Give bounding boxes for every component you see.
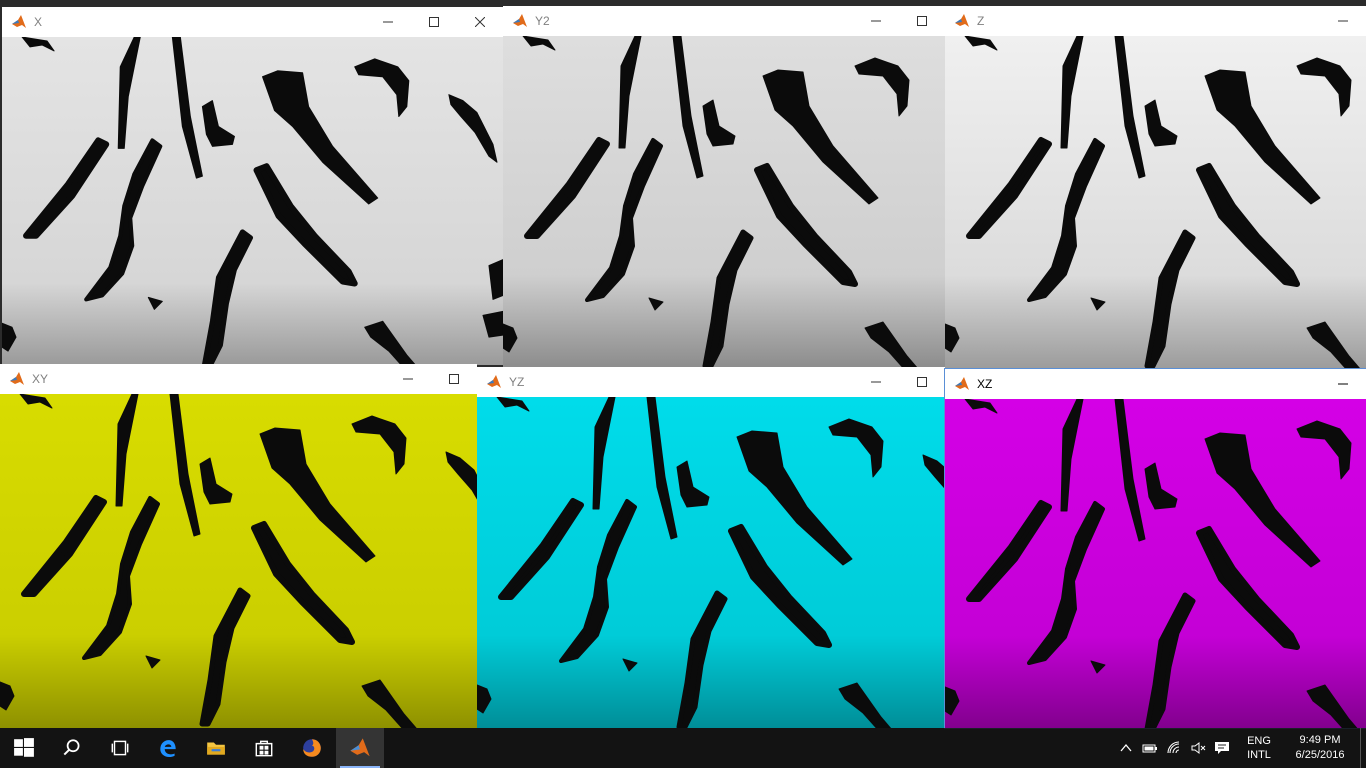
keyboard-layout: INTL: [1247, 749, 1271, 761]
minimize-button[interactable]: [1320, 369, 1366, 399]
volume-button[interactable]: [1186, 728, 1210, 768]
image-display: [2, 37, 503, 365]
window-xy-title: XY: [32, 372, 49, 386]
image-display: [0, 394, 477, 728]
start-icon: [14, 738, 34, 757]
maximize-button[interactable]: [899, 6, 945, 36]
start-button[interactable]: [0, 728, 48, 768]
minimize-button[interactable]: [365, 7, 411, 37]
image-display: [503, 36, 945, 368]
minimize-button[interactable]: [853, 367, 899, 397]
show-hidden-icons-button[interactable]: [1114, 728, 1138, 768]
taskbar: ENG INTL 9:49 PM 6/25/2016: [0, 728, 1366, 768]
search-icon: [63, 739, 80, 756]
firefox-icon: [303, 739, 321, 757]
window-x[interactable]: X: [2, 7, 503, 365]
matlab-icon: [487, 375, 501, 388]
maximize-icon: [917, 377, 927, 387]
store-button[interactable]: [240, 728, 288, 768]
maximize-button[interactable]: [411, 7, 457, 37]
maximize-button[interactable]: [431, 364, 477, 394]
matlab-icon: [350, 738, 370, 757]
edge-button[interactable]: [144, 728, 192, 768]
close-button[interactable]: [457, 7, 503, 37]
show-desktop-button[interactable]: [1360, 728, 1366, 768]
maximize-button[interactable]: [899, 367, 945, 397]
window-z-title: Z: [977, 14, 985, 28]
image-display: [945, 399, 1366, 728]
battery-button[interactable]: [1138, 728, 1162, 768]
system-tray: ENG INTL 9:49 PM 6/25/2016: [1114, 728, 1366, 768]
input-language-button[interactable]: ENG INTL: [1240, 734, 1278, 762]
action-center-button[interactable]: [1210, 728, 1234, 768]
window-x-title: X: [34, 15, 43, 29]
minimize-button[interactable]: [385, 364, 431, 394]
minimize-icon: [383, 21, 393, 23]
window-yz[interactable]: YZ: [477, 367, 945, 728]
notification-icon: [1215, 742, 1229, 754]
matlab-icon: [513, 14, 527, 27]
matlab-icon: [12, 15, 26, 28]
window-xz-title: XZ: [977, 377, 993, 391]
matlab-icon: [10, 372, 24, 385]
minimize-icon: [1338, 20, 1348, 22]
clock-button[interactable]: 9:49 PM 6/25/2016: [1284, 733, 1356, 763]
maximize-icon: [429, 17, 439, 27]
clock-date: 6/25/2016: [1295, 749, 1345, 761]
image-display: [945, 36, 1366, 368]
matlab-icon: [955, 377, 969, 390]
minimize-icon: [871, 20, 881, 22]
maximize-icon: [449, 374, 459, 384]
file-explorer-button[interactable]: [192, 728, 240, 768]
volume-muted-icon: [1191, 742, 1206, 754]
minimize-icon: [403, 378, 413, 380]
window-y2-title: Y2: [535, 14, 550, 28]
window-z-titlebar[interactable]: Z: [945, 6, 1366, 36]
chevron-up-icon: [1120, 743, 1132, 752]
task-view-button[interactable]: [96, 728, 144, 768]
clock-time: 9:49 PM: [1299, 734, 1341, 746]
search-button[interactable]: [48, 728, 96, 768]
store-icon: [255, 740, 273, 757]
task-view-icon: [111, 740, 129, 756]
maximize-icon: [917, 16, 927, 26]
window-z[interactable]: Z: [945, 6, 1366, 368]
window-xz[interactable]: XZ: [945, 369, 1366, 728]
window-y2[interactable]: Y2: [503, 6, 945, 368]
window-yz-title: YZ: [509, 375, 525, 389]
firefox-button[interactable]: [288, 728, 336, 768]
matlab-taskbar-button[interactable]: [336, 728, 384, 768]
network-button[interactable]: [1162, 728, 1186, 768]
edge-icon: [160, 740, 176, 757]
minimize-icon: [871, 381, 881, 383]
minimize-button[interactable]: [1320, 6, 1366, 36]
close-icon: [475, 17, 485, 27]
window-xz-titlebar[interactable]: XZ: [945, 369, 1366, 399]
minimize-button[interactable]: [853, 6, 899, 36]
wifi-icon: [1167, 741, 1180, 754]
battery-icon: [1142, 744, 1157, 753]
image-display: [477, 397, 945, 728]
language-code: ENG: [1247, 735, 1271, 747]
window-xy[interactable]: XY: [0, 364, 477, 728]
minimize-icon: [1338, 383, 1348, 385]
file-explorer-icon: [207, 742, 225, 755]
matlab-icon: [955, 14, 969, 27]
